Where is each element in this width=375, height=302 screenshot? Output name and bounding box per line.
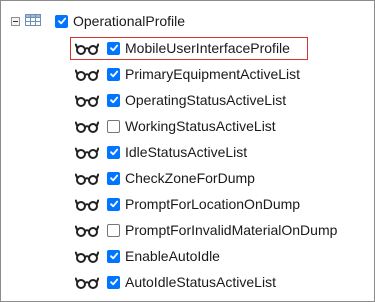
glasses-icon[interactable]: [74, 42, 100, 55]
tree-node-label: WorkingStatusActiveList: [125, 118, 276, 134]
glasses-icon[interactable]: [74, 224, 100, 237]
tree-node-label: PromptForLocationOnDump: [125, 196, 301, 212]
checkbox-unchecked[interactable]: [107, 223, 120, 237]
checkbox-checked[interactable]: [107, 41, 120, 55]
tree-node-label: MobileUserInterfaceProfile: [125, 40, 290, 56]
glasses-icon[interactable]: [74, 146, 100, 159]
glasses-icon[interactable]: [74, 250, 100, 263]
tree-node-label: AutoIdleStatusActiveList: [125, 274, 276, 290]
glasses-icon[interactable]: [74, 276, 100, 289]
tree-node[interactable]: AutoIdleStatusActiveList: [74, 272, 276, 292]
glasses-icon[interactable]: [74, 68, 100, 81]
checkbox-checked[interactable]: [107, 197, 120, 211]
tree-node-label: EnableAutoIdle: [125, 248, 220, 264]
checkbox-checked[interactable]: [107, 93, 120, 107]
checkbox-checked[interactable]: [107, 249, 120, 263]
tree-node-label: PrimaryEquipmentActiveList: [125, 66, 301, 82]
tree-node-label: PromptForInvalidMaterialOnDump: [125, 222, 338, 238]
tree-node[interactable]: MobileUserInterfaceProfile: [74, 38, 290, 58]
checkbox-checked[interactable]: [107, 145, 120, 159]
tree-node[interactable]: PrimaryEquipmentActiveList: [74, 64, 301, 84]
table-icon: [25, 13, 41, 29]
checkbox-unchecked[interactable]: [107, 119, 120, 133]
collapse-minus-icon[interactable]: [11, 16, 20, 26]
glasses-icon[interactable]: [74, 94, 100, 107]
tree-root-node[interactable]: OperationalProfile: [11, 11, 185, 31]
glasses-icon[interactable]: [74, 120, 100, 133]
tree-node-label: OperatingStatusActiveList: [125, 92, 287, 108]
tree-node[interactable]: PromptForInvalidMaterialOnDump: [74, 220, 338, 240]
tree-node[interactable]: IdleStatusActiveList: [74, 142, 248, 162]
root-label: OperationalProfile: [73, 13, 186, 29]
tree-node[interactable]: WorkingStatusActiveList: [74, 116, 276, 136]
glasses-icon[interactable]: [74, 198, 100, 211]
tree-node[interactable]: OperatingStatusActiveList: [74, 90, 287, 110]
tree-node-label: CheckZoneForDump: [125, 170, 255, 186]
tree-node[interactable]: CheckZoneForDump: [74, 168, 255, 188]
checkbox-checked[interactable]: [107, 275, 120, 289]
tree-node[interactable]: EnableAutoIdle: [74, 246, 220, 266]
root-checkbox[interactable]: [55, 14, 68, 28]
checkbox-checked[interactable]: [107, 171, 120, 185]
tree-node[interactable]: PromptForLocationOnDump: [74, 194, 301, 214]
checkbox-checked[interactable]: [107, 67, 120, 81]
tree-panel: OperationalProfile MobileUserInterfacePr…: [0, 0, 375, 302]
tree-node-label: IdleStatusActiveList: [125, 144, 248, 160]
glasses-icon[interactable]: [74, 172, 100, 185]
